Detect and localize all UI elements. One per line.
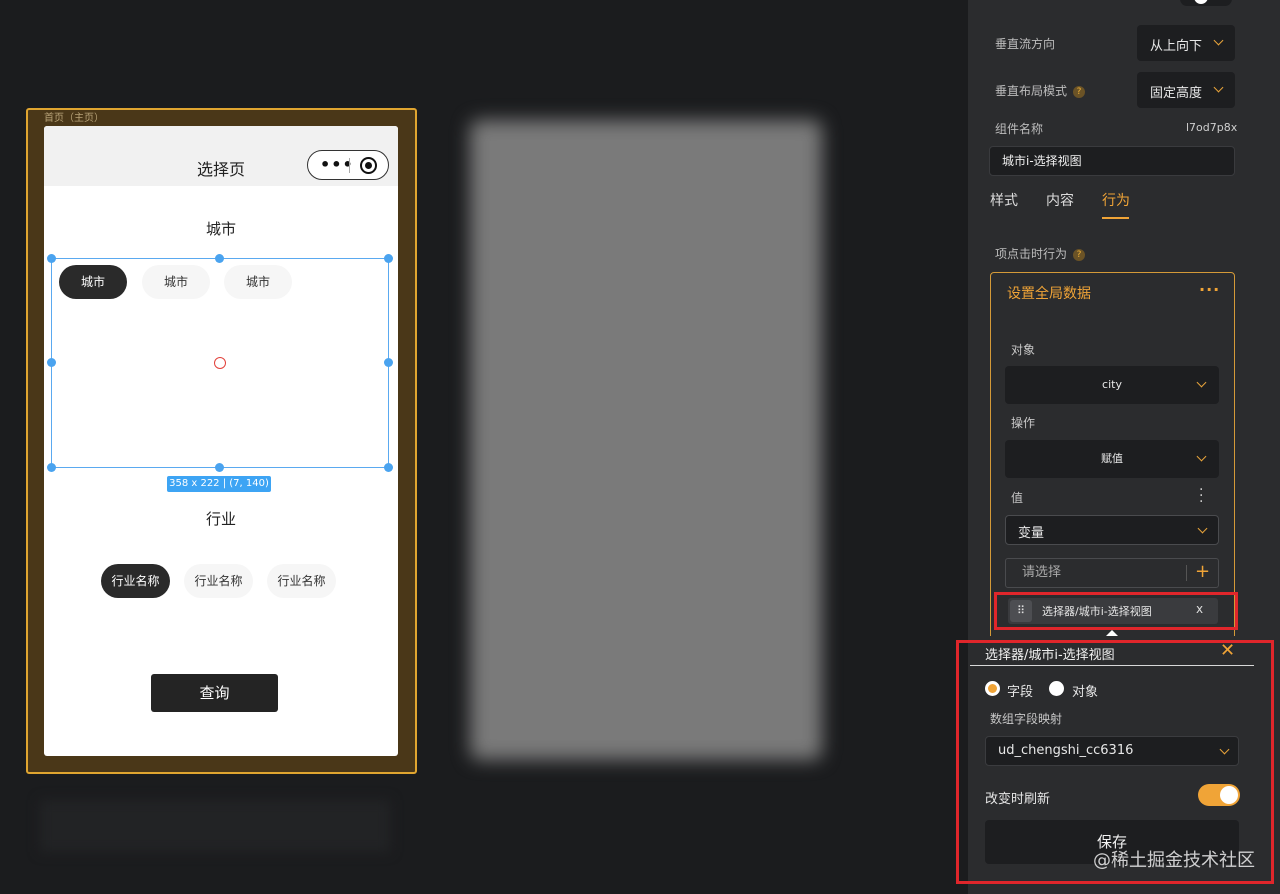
close-target-icon[interactable] — [360, 157, 377, 174]
object-label: 对象 — [1011, 343, 1036, 357]
component-id: l7od7p8x — [1186, 121, 1238, 134]
kebab-menu-icon[interactable]: · · · — [1199, 483, 1203, 509]
phone-header: 选择页 ••• — [44, 126, 398, 186]
chevron-down-icon — [1197, 523, 1208, 534]
page-frame-label: 首页（主页） — [44, 113, 104, 124]
more-options-icon[interactable]: ··· — [1199, 280, 1220, 299]
resize-handle-right[interactable] — [384, 358, 393, 367]
variable-choose-input[interactable]: 请选择 + — [1005, 558, 1219, 588]
value-label: 值 — [1011, 491, 1024, 505]
resize-handle-bottom-left[interactable] — [47, 463, 56, 472]
vertical-flow-value: 从上向下 — [1150, 39, 1203, 54]
add-icon[interactable]: + — [1195, 558, 1210, 586]
component-name-input[interactable]: 城市i-选择视图 — [989, 146, 1235, 176]
value-type-dropdown[interactable]: 变量 — [1005, 515, 1219, 545]
blurred-strip — [40, 800, 390, 852]
object-value: city — [1102, 378, 1122, 391]
city-section-title: 城市 — [205, 220, 236, 238]
operation-label: 操作 — [1011, 416, 1036, 430]
operation-value: 赋值 — [1101, 452, 1123, 465]
vertical-layout-label: 垂直布局模式 — [995, 84, 1068, 98]
help-icon[interactable]: ? — [1073, 85, 1086, 98]
tab-style[interactable]: 样式 — [990, 190, 1018, 210]
chevron-down-icon — [1213, 82, 1224, 93]
chevron-down-icon — [1213, 35, 1224, 46]
object-dropdown[interactable]: city — [1005, 366, 1219, 404]
resize-handle-top-right[interactable] — [384, 254, 393, 263]
active-tab-underline — [1102, 217, 1129, 219]
vertical-layout-label-row: 垂直布局模式? — [995, 82, 1086, 99]
action-title: 设置全局数据 — [1007, 286, 1091, 302]
item-click-label-row: 项点击时行为? — [995, 245, 1086, 262]
selection-size-badge: 358 x 222 | (7, 140) — [167, 476, 271, 492]
choose-placeholder: 请选择 — [1022, 565, 1062, 580]
industry-chip-1[interactable]: 行业名称 — [101, 564, 170, 598]
capsule-divider — [349, 158, 350, 173]
industry-chip-3[interactable]: 行业名称 — [267, 564, 336, 598]
item-click-label: 项点击时行为 — [995, 247, 1068, 261]
resize-handle-top-left[interactable] — [47, 254, 56, 263]
value-type: 变量 — [1018, 526, 1045, 541]
highlight-box-tag — [994, 592, 1238, 630]
mini-program-capsule[interactable]: ••• — [307, 150, 389, 180]
tab-content[interactable]: 内容 — [1046, 190, 1074, 210]
query-button[interactable]: 查询 — [151, 674, 278, 712]
blurred-page-preview — [470, 120, 822, 760]
component-name-label: 组件名称 — [995, 122, 1044, 136]
chevron-down-icon — [1196, 451, 1207, 462]
vertical-layout-value: 固定高度 — [1150, 86, 1203, 101]
vertical-flow-dropdown[interactable]: 从上向下 — [1137, 25, 1235, 61]
top-toggle-switch[interactable] — [1180, 0, 1232, 6]
operation-dropdown[interactable]: 赋值 — [1005, 440, 1219, 478]
resize-handle-top[interactable] — [215, 254, 224, 263]
tab-behavior[interactable]: 行为 — [1102, 190, 1130, 210]
resize-handle-bottom[interactable] — [215, 463, 224, 472]
input-divider — [1186, 565, 1187, 581]
help-icon[interactable]: ? — [1073, 248, 1086, 261]
popover-pointer — [1106, 630, 1118, 636]
resize-handle-bottom-right[interactable] — [384, 463, 393, 472]
watermark: @稀土掘金技术社区 — [1093, 850, 1255, 871]
center-point-icon — [214, 357, 226, 369]
chevron-down-icon — [1196, 377, 1207, 388]
industry-chip-2[interactable]: 行业名称 — [184, 564, 253, 598]
resize-handle-left[interactable] — [47, 358, 56, 367]
vertical-layout-dropdown[interactable]: 固定高度 — [1137, 72, 1235, 108]
industry-section-title: 行业 — [205, 510, 236, 528]
vertical-flow-label: 垂直流方向 — [995, 37, 1056, 51]
